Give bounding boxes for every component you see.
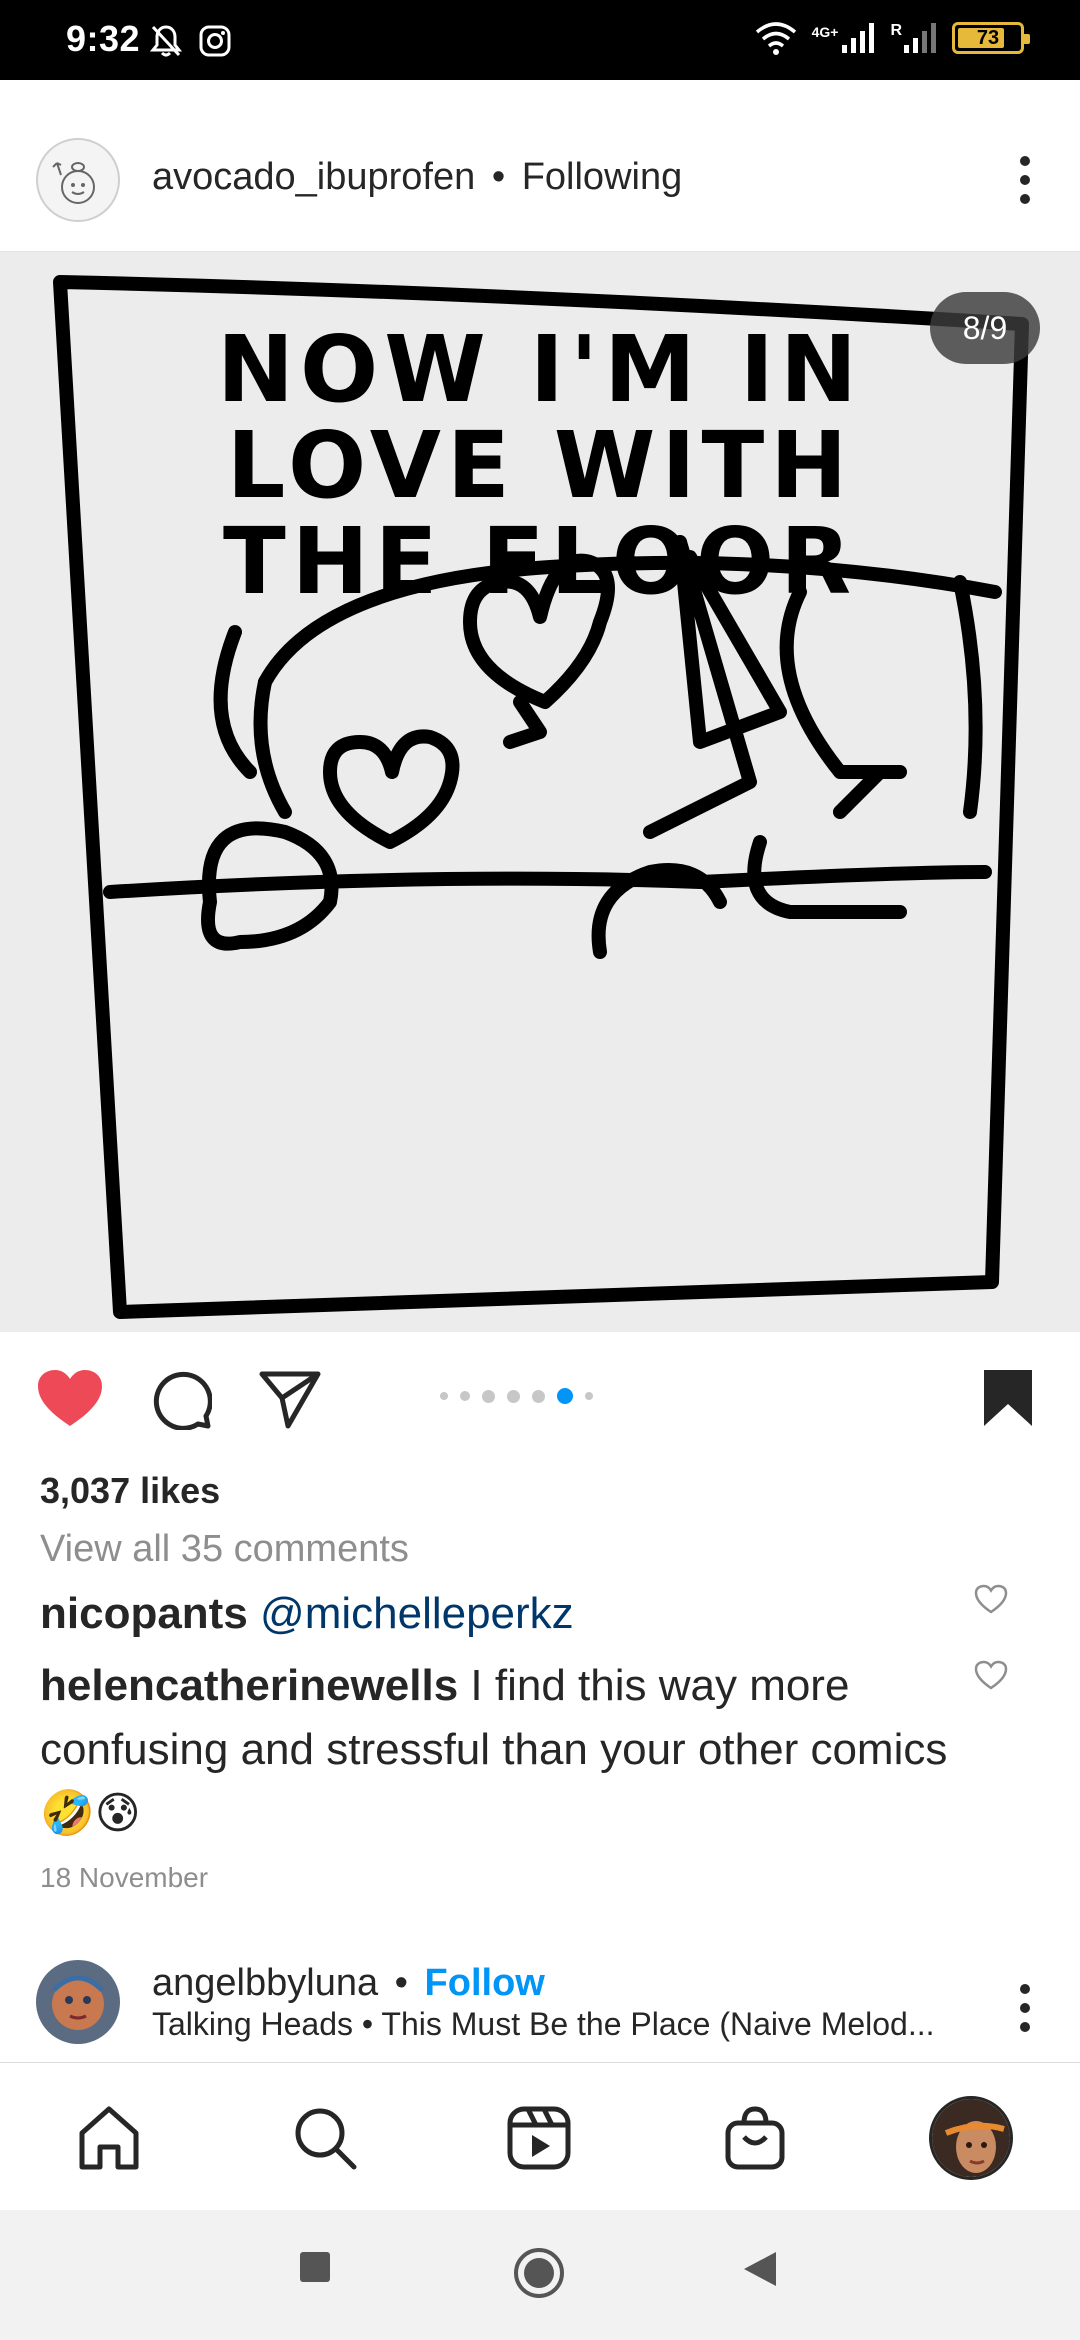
next-post-user-line: angelbbyluna • Follow xyxy=(152,1962,545,2005)
post-header: avocado_ibuprofen • Following xyxy=(0,80,1080,252)
follow-button[interactable]: Follow xyxy=(425,1962,545,2004)
post-username[interactable]: avocado_ibuprofen xyxy=(152,156,475,198)
following-label[interactable]: Following xyxy=(522,156,683,198)
comment-username[interactable]: nicopants xyxy=(40,1589,248,1638)
share-icon[interactable] xyxy=(258,1368,322,1430)
carousel-dot xyxy=(507,1389,520,1403)
search-icon xyxy=(295,2108,357,2170)
signal-bars-icon xyxy=(842,23,875,53)
bottom-nav xyxy=(0,2062,1080,2210)
nav-profile[interactable] xyxy=(926,2093,1016,2183)
audio-attribution[interactable]: Talking Heads • This Must Be the Place (… xyxy=(152,2006,972,2043)
profile-avatar xyxy=(929,2096,1013,2180)
comic-line-1: NOW I'M IN xyxy=(217,316,863,423)
nav-search[interactable] xyxy=(280,2093,370,2183)
next-post-avatar[interactable] xyxy=(36,1960,120,2044)
comment-icon[interactable] xyxy=(150,1368,212,1430)
back-button-icon[interactable] xyxy=(742,2250,778,2288)
recents-button-icon[interactable] xyxy=(298,2250,332,2284)
separator-dot: • xyxy=(491,156,506,198)
more-options-button[interactable] xyxy=(1010,156,1040,204)
post-image[interactable]: NOW I'M IN LOVE WITH THE FLOOR xyxy=(0,252,1080,1332)
network-label: 4G+ xyxy=(811,24,839,40)
avatar-face-icon xyxy=(36,1960,120,2044)
carousel-dots xyxy=(440,1388,593,1404)
post-user-line: avocado_ibuprofen • Following xyxy=(152,156,682,199)
wifi-icon xyxy=(755,22,796,55)
avatar-drawing-icon xyxy=(52,162,95,204)
shopping-bag-icon xyxy=(725,2106,785,2170)
bookmark-icon[interactable] xyxy=(982,1368,1034,1428)
comic-caption: NOW I'M IN LOVE WITH THE FLOOR xyxy=(0,322,1080,610)
system-nav-bar xyxy=(0,2210,1080,2340)
nav-reels[interactable] xyxy=(494,2093,584,2183)
next-post-more-button[interactable] xyxy=(1010,1984,1040,2032)
carousel-dot xyxy=(440,1392,448,1400)
bell-muted-icon xyxy=(150,25,182,57)
comment-heart-icon[interactable] xyxy=(974,1660,1008,1690)
comment-heart-icon[interactable] xyxy=(974,1584,1008,1614)
nav-home[interactable] xyxy=(64,2093,154,2183)
reels-icon xyxy=(507,2106,571,2170)
post-actions xyxy=(0,1332,1080,1462)
comic-line-2: LOVE WITH xyxy=(226,412,854,519)
comment: helencatherinewells I find this way more… xyxy=(40,1654,960,1846)
battery-icon: 73 xyxy=(952,22,1030,54)
separator-dot: • xyxy=(394,1962,408,2004)
signal-roaming-indicator: R xyxy=(890,23,938,53)
carousel-dot xyxy=(482,1389,495,1403)
comment-emojis: 🤣😰 xyxy=(40,1789,141,1838)
comment-username[interactable]: helencatherinewells xyxy=(40,1661,458,1710)
home-icon xyxy=(79,2106,139,2170)
signal-bars-2-icon xyxy=(904,23,936,53)
next-post-header: angelbbyluna • Follow Talking Heads • Th… xyxy=(0,1944,1080,2064)
nav-shop[interactable] xyxy=(710,2093,800,2183)
next-post-username[interactable]: angelbbyluna xyxy=(152,1962,378,2004)
comment-mention[interactable]: @michelleperkz xyxy=(260,1589,574,1638)
home-button-icon[interactable] xyxy=(512,2246,566,2300)
status-bar: 9:32 4G+ R 73 xyxy=(0,0,1080,80)
comic-line-3: THE FLOOR xyxy=(222,508,858,615)
roaming-label: R xyxy=(890,22,902,39)
heart-icon[interactable] xyxy=(36,1368,104,1428)
view-all-comments[interactable]: View all 35 comments xyxy=(40,1528,409,1571)
carousel-dot-active xyxy=(557,1388,573,1404)
instagram-icon xyxy=(199,25,231,57)
battery-level: 73 xyxy=(976,26,1000,49)
carousel-dot xyxy=(460,1391,470,1401)
likes-count[interactable]: 3,037 likes xyxy=(40,1470,220,1512)
profile-photo-icon xyxy=(932,2099,1010,2177)
carousel-dot xyxy=(532,1389,545,1403)
status-time: 9:32 xyxy=(66,18,141,59)
comment: nicopants @michelleperkz xyxy=(40,1582,960,1646)
carousel-counter: 8/9 xyxy=(930,292,1040,364)
signal-4g-indicator: 4G+ xyxy=(812,23,877,53)
post-author-avatar[interactable] xyxy=(36,138,120,222)
carousel-dot xyxy=(585,1392,593,1400)
post-date: 18 November xyxy=(40,1862,209,1893)
